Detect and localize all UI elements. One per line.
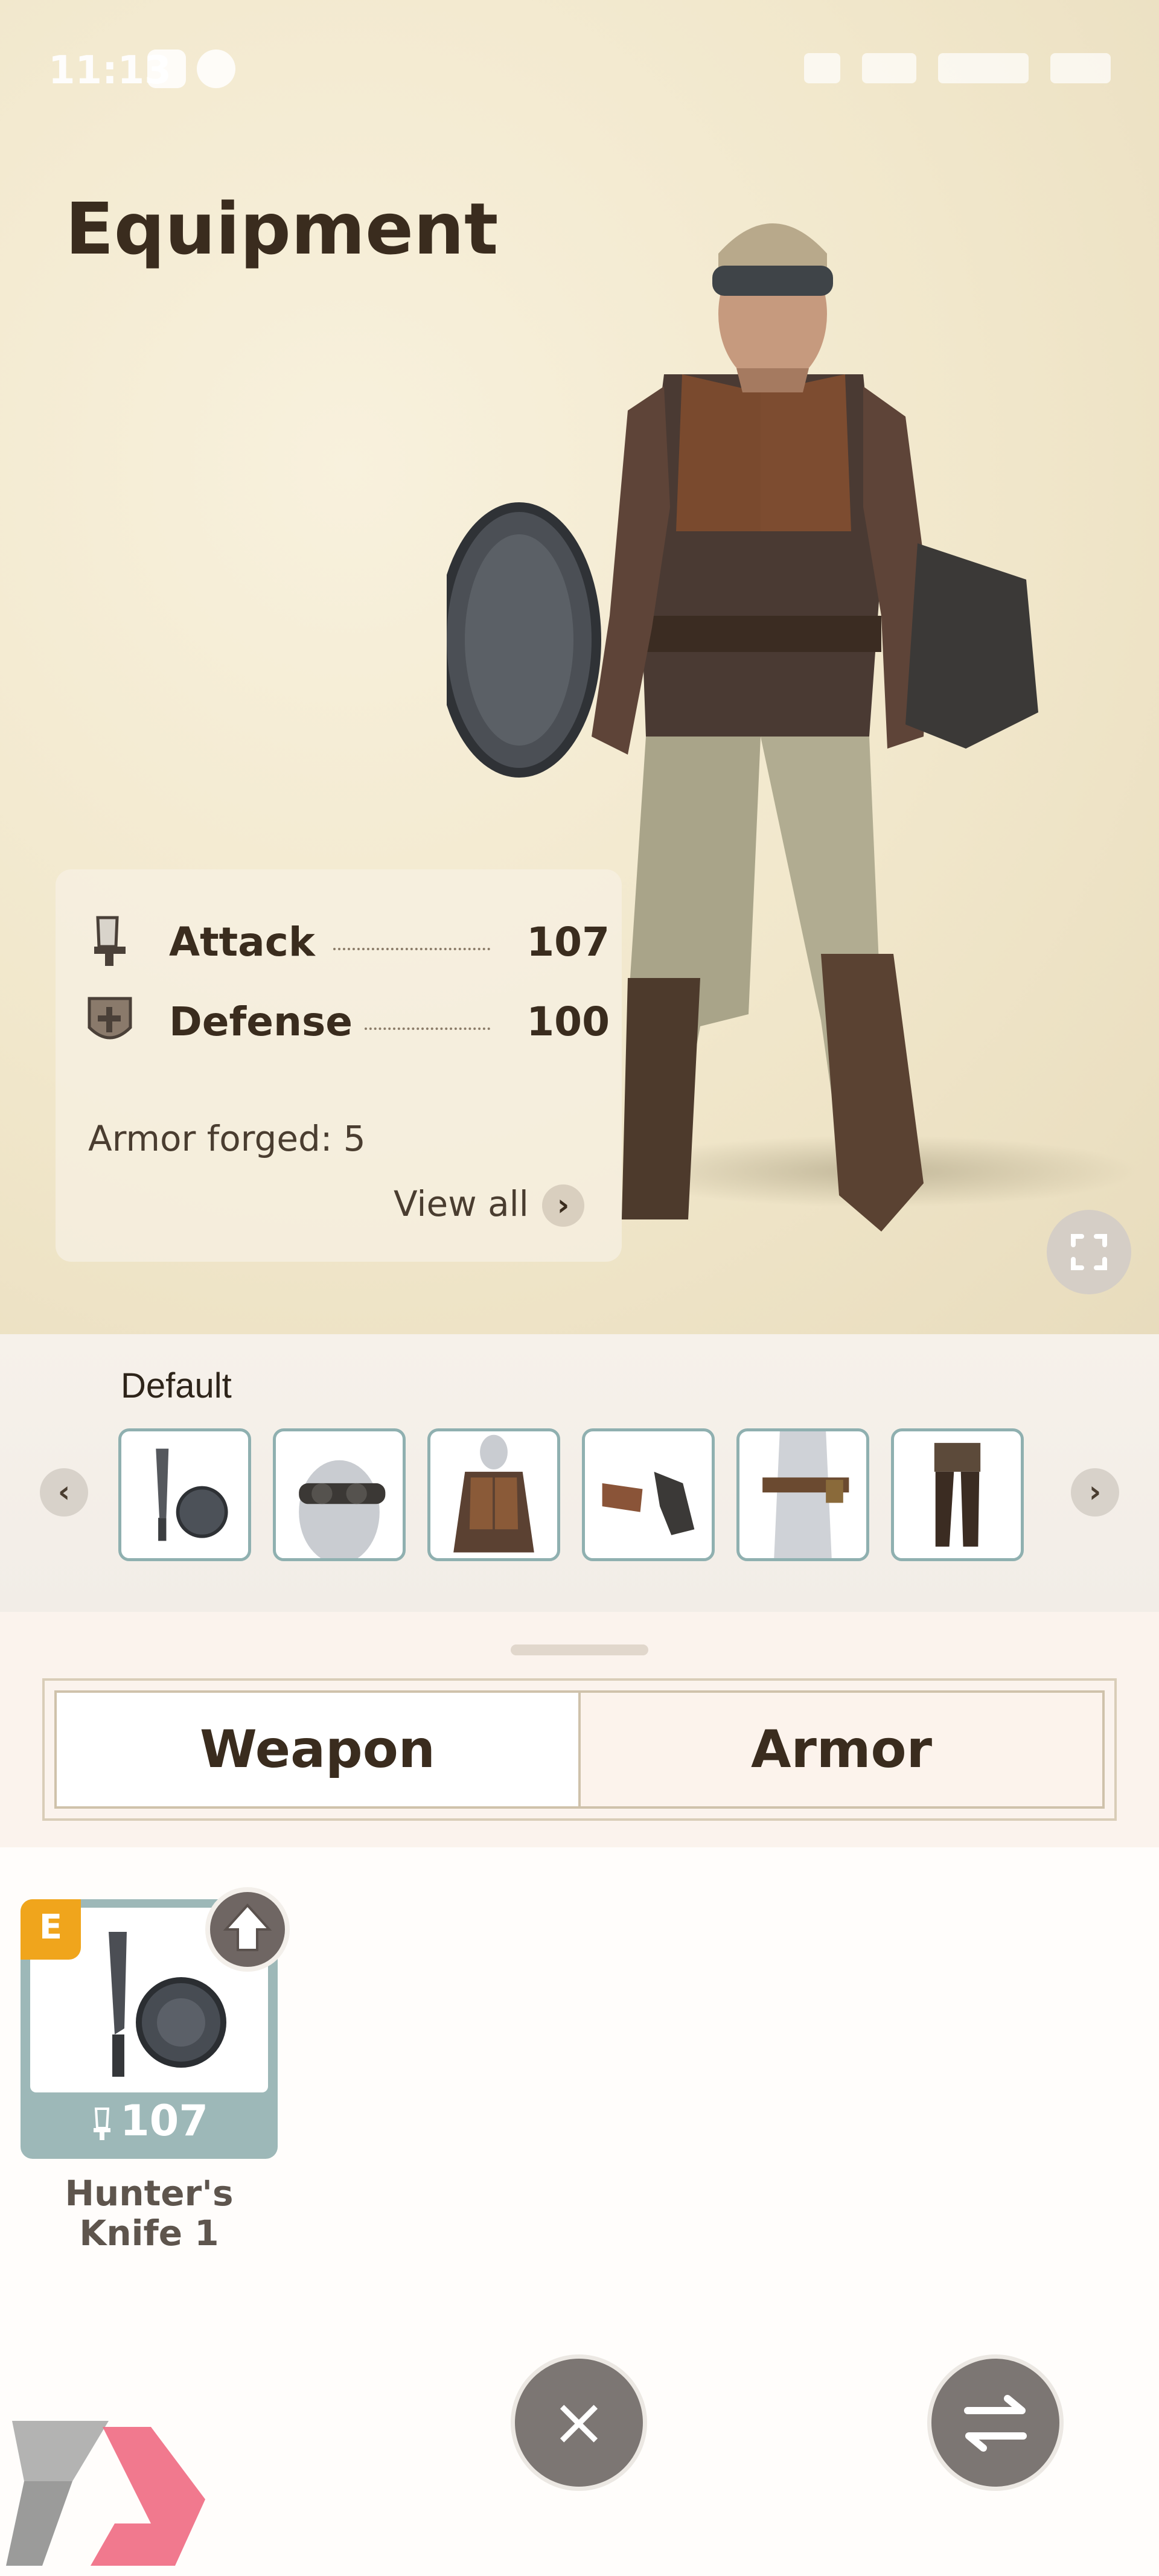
item-name-line-2: Knife 1 (79, 2213, 219, 2254)
slot-waist[interactable] (736, 1428, 869, 1561)
item-name-line-1: Hunter's (65, 2173, 234, 2214)
loadout-name: Default (121, 1366, 232, 1405)
swap-arrows-icon (964, 2395, 1027, 2452)
knife-shield-icon (156, 1448, 228, 1541)
attack-dots (333, 948, 490, 950)
swap-button[interactable] (927, 2354, 1064, 2491)
boots-icon (934, 1443, 981, 1547)
shield-icon (88, 997, 132, 1040)
tab-armor[interactable]: Armor (578, 1690, 1105, 1809)
expand-icon (1071, 1234, 1107, 1270)
status-indicators (804, 53, 1111, 83)
sword-icon (93, 2107, 110, 2140)
battery-icon (1050, 53, 1111, 83)
defense-value: 100 (526, 999, 610, 1045)
view-all-link[interactable]: View all (394, 1183, 529, 1224)
close-button[interactable]: × (511, 2354, 647, 2491)
signal-icon (804, 53, 840, 83)
watermark-logo (6, 2421, 205, 2566)
upgrade-button[interactable] (205, 1887, 290, 1972)
armor-forged-text: Armor forged: 5 (88, 1118, 366, 1159)
item-attack: 107 (21, 2096, 278, 2146)
attack-value: 107 (526, 919, 610, 965)
arrow-up-icon (223, 1903, 272, 1951)
sword-icon (94, 916, 126, 966)
fullscreen-button[interactable] (1047, 1210, 1131, 1294)
stats-panel: Attack 107 Defense 100 Armor forged: 5 V… (56, 869, 622, 1262)
chevron-right-icon[interactable]: › (542, 1184, 584, 1227)
defense-row: Defense 100 (86, 988, 610, 1054)
slot-legs[interactable] (891, 1428, 1024, 1561)
slot-chest[interactable] (427, 1428, 560, 1561)
app-notification-icon (147, 50, 186, 88)
defense-label: Defense (169, 999, 353, 1045)
page-title: Equipment (65, 187, 499, 270)
network-icon (862, 53, 916, 83)
attack-row: Attack 107 (86, 908, 610, 974)
loadout-next-button[interactable]: › (1071, 1468, 1119, 1517)
status-bar: 11:13 (0, 0, 1159, 139)
slot-weapon[interactable] (118, 1428, 251, 1561)
item-attack-value: 107 (120, 2096, 209, 2146)
belt-icon (762, 1431, 849, 1558)
slot-head[interactable] (273, 1428, 406, 1561)
item-name: Hunter's Knife 1 (21, 2173, 278, 2253)
loadout-prev-button[interactable]: ‹ (40, 1468, 88, 1517)
item-card[interactable]: E 107 (21, 1887, 290, 2159)
goggles-icon (299, 1460, 386, 1558)
wifi-icon (938, 53, 1029, 83)
jacket-icon (453, 1434, 534, 1553)
messenger-notification-icon (197, 50, 235, 88)
sheet-drag-handle[interactable] (511, 1644, 648, 1655)
equipped-badge: E (21, 1899, 81, 1960)
defense-dots (365, 1028, 490, 1030)
tab-weapon[interactable]: Weapon (54, 1690, 581, 1809)
slot-arms[interactable] (582, 1428, 715, 1561)
equipment-slots (118, 1428, 1024, 1561)
gauntlets-icon (602, 1471, 695, 1535)
attack-label: Attack (169, 919, 315, 965)
